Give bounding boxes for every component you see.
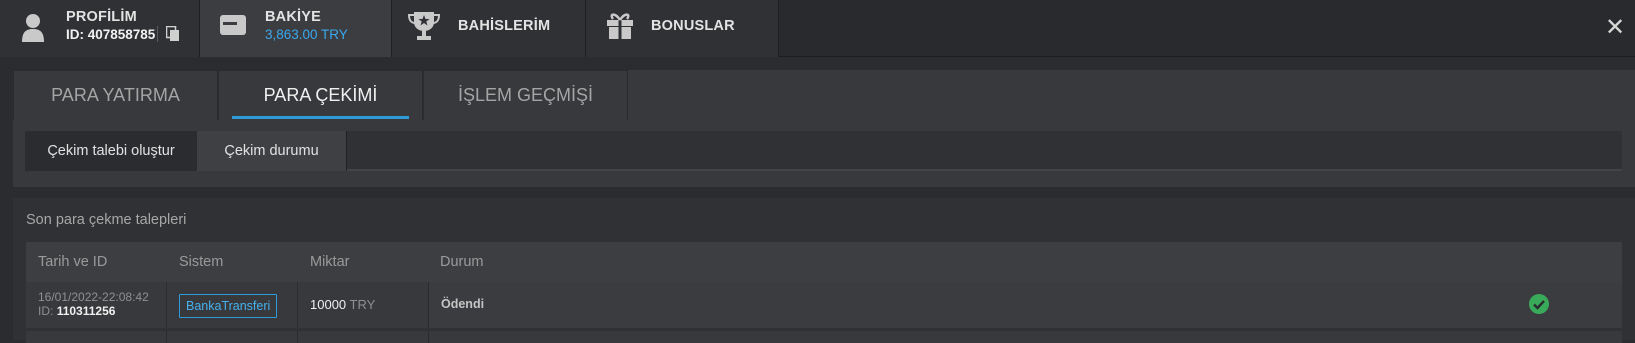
col-status: Durum — [440, 254, 484, 270]
close-icon[interactable]: ✕ — [1602, 15, 1628, 41]
col-system: Sistem — [179, 254, 224, 270]
wallet-icon — [219, 13, 247, 37]
tab-profile-title: PROFİLİM — [66, 9, 137, 25]
check-icon — [1529, 294, 1549, 314]
tab-withdraw[interactable]: PARA ÇEKİMİ — [218, 70, 423, 120]
section-tabs: PARA YATIRMA PARA ÇEKİMİ İŞLEM GEÇMİŞİ — [13, 70, 628, 120]
active-tab-underline — [232, 116, 409, 119]
cell-divider — [298, 331, 429, 343]
cell-status: Ödendi — [429, 282, 1622, 328]
cell-date-id: 16/01/2022-22:08:42 ID: 110311256 — [26, 282, 167, 328]
balance-amount: 3,863.00 TRY — [265, 27, 348, 42]
request-amount: 10000 TRY — [310, 297, 375, 312]
tab-my-bets[interactable]: BAHİSLERİM — [392, 0, 586, 57]
tab-transaction-history[interactable]: İŞLEM GEÇMİŞİ — [423, 70, 628, 120]
divider — [157, 26, 158, 42]
status-text: Ödendi — [441, 297, 485, 311]
tab-deposit-label: PARA YATIRMA — [51, 85, 180, 105]
cell-amount: 10000 TRY — [298, 282, 429, 328]
request-date-id: 16/01/2022-22:08:42 ID: 110311256 — [38, 290, 149, 318]
request-date: 16/01/2022-22:08:42 — [38, 290, 149, 304]
request-id-label: ID: — [38, 304, 54, 318]
request-id: 110311256 — [56, 304, 116, 318]
tab-bonuses[interactable]: BONUSLAR — [586, 0, 779, 57]
gift-icon — [605, 10, 635, 40]
table-header: Tarih ve ID Sistem Miktar Durum — [26, 242, 1622, 282]
table-row — [26, 331, 1622, 343]
tab-my-bets-title: BAHİSLERİM — [458, 18, 551, 34]
inner-tab-bar: Çekim talebi oluştur Çekim durumu — [25, 131, 1622, 171]
cell-system: BankaTransferi — [167, 282, 298, 328]
amount-value: 10000 — [310, 297, 347, 312]
trophy-icon — [407, 10, 441, 42]
table-row[interactable]: 16/01/2022-22:08:42 ID: 110311256 BankaT… — [26, 282, 1622, 328]
tab-withdraw-label: PARA ÇEKİMİ — [263, 85, 378, 105]
copy-icon[interactable] — [165, 26, 181, 42]
user-icon — [20, 12, 46, 42]
cell-divider — [26, 331, 167, 343]
amount-currency: TRY — [349, 297, 376, 312]
tab-deposit[interactable]: PARA YATIRMA — [13, 70, 218, 120]
profile-id: ID: 407858785 — [66, 27, 156, 42]
col-amount: Miktar — [310, 254, 350, 270]
tab-create-withdraw-request[interactable]: Çekim talebi oluştur — [25, 131, 197, 171]
tab-profile[interactable]: PROFİLİM ID: 407858785 — [0, 0, 200, 57]
col-date-id: Tarih ve ID — [38, 254, 108, 270]
tab-withdraw-status[interactable]: Çekim durumu — [197, 131, 347, 171]
cell-divider — [167, 331, 298, 343]
system-badge: BankaTransferi — [179, 294, 278, 318]
tab-history-label: İŞLEM GEÇMİŞİ — [457, 85, 594, 105]
tab-bonuses-title: BONUSLAR — [651, 18, 735, 34]
tab-balance[interactable]: BAKİYE 3,863.00 TRY — [200, 0, 392, 57]
top-bar: PROFİLİM ID: 407858785 BAKİYE 3,863.00 T… — [0, 0, 1635, 57]
tab-balance-title: BAKİYE — [265, 9, 321, 25]
section-title: Son para çekme talepleri — [26, 212, 187, 228]
